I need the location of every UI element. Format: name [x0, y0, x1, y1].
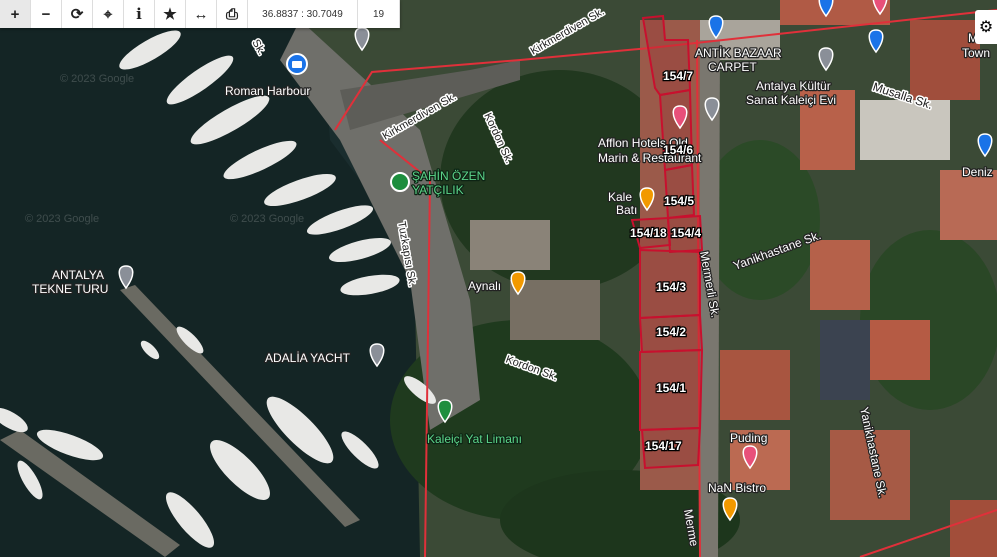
gear-icon: ⚙: [978, 19, 994, 36]
locate-button[interactable]: ⌖: [93, 0, 124, 28]
label-adalia-yacht: ADALİA YACHT: [265, 351, 351, 365]
measure-icon: ↔: [193, 5, 209, 23]
zoom-in-button[interactable]: +: [0, 0, 31, 28]
coordinates-readout: 36.8837 : 30.7049: [248, 0, 358, 28]
refresh-icon: ⟳: [70, 6, 84, 23]
label-sahin-ozen-2: YATÇILIK: [412, 183, 464, 197]
label-kaleici-yat: Kaleiçi Yat Limanı: [427, 432, 522, 446]
label-antalya-kultur-1: Antalya Kültür: [756, 79, 831, 93]
favorite-button[interactable]: ★: [155, 0, 186, 28]
watermark-2: © 2023 Google: [25, 213, 99, 225]
info-button[interactable]: i: [124, 0, 155, 28]
label-sahin-ozen-1: ŞAHİN ÖZEN: [412, 169, 485, 183]
map-toolbar: + − ⟳ ⌖ i ★ ↔ ⎙ 36.8837 : 30.7049 19: [0, 0, 400, 28]
info-icon: i: [136, 5, 142, 23]
refresh-button[interactable]: ⟳: [62, 0, 93, 28]
parcel-label-154-6: 154/6: [663, 143, 693, 157]
label-antalya-tekne-1: ANTALYA: [52, 268, 104, 282]
measure-button[interactable]: ↔: [186, 0, 217, 28]
parcel-label-154-17: 154/17: [645, 439, 682, 453]
print-icon: ⎙: [225, 5, 238, 23]
label-antik-bazaar-2: CARPET: [708, 60, 757, 74]
zoom-level: 19: [358, 0, 400, 28]
satellite-map[interactable]: © 2023 Google © 2023 Google © 2023 Googl…: [0, 0, 997, 557]
watermark-1: © 2023 Google: [60, 73, 134, 85]
label-puding: Puding: [730, 431, 767, 445]
label-kale-2: Batı: [616, 203, 637, 217]
parcel-154-5: [663, 163, 696, 220]
parcel-label-154-18: 154/18: [630, 226, 667, 240]
settings-button[interactable]: ⚙: [975, 10, 997, 44]
zoom-out-button[interactable]: −: [31, 0, 62, 28]
parcel-label-154-1: 154/1: [656, 381, 686, 395]
label-aynali: Aynalı: [468, 279, 501, 293]
parcel-label-154-3: 154/3: [656, 280, 686, 294]
label-m-town-2: Town: [962, 46, 990, 60]
label-kale-1: Kale: [608, 190, 632, 204]
watermark-3: © 2023 Google: [230, 213, 304, 225]
label-nan-bistro: NaN Bistro: [708, 481, 766, 495]
star-icon: ★: [163, 6, 177, 23]
pin-ferry-icon: [390, 172, 410, 192]
crosshair-icon: ⌖: [103, 5, 113, 23]
print-button[interactable]: ⎙: [217, 0, 248, 28]
minus-icon: −: [41, 5, 51, 23]
plus-icon: +: [10, 5, 20, 23]
parcel-label-154-4: 154/4: [671, 226, 701, 240]
parcel-label-154-5: 154/5: [664, 194, 694, 208]
label-antik-bazaar-1: ANTİK BAZAAR: [695, 46, 782, 60]
label-antalya-tekne-2: TEKNE TURU: [32, 282, 108, 296]
parcel-label-154-2: 154/2: [656, 325, 686, 339]
pin-camera-icon: [286, 53, 308, 75]
parcel-label-154-7: 154/7: [663, 69, 693, 83]
label-antalya-kultur-2: Sanat Kaleiçi Evi: [746, 93, 836, 107]
label-deniz: Deniz: [962, 165, 993, 179]
label-roman-harbour: Roman Harbour: [225, 84, 310, 98]
